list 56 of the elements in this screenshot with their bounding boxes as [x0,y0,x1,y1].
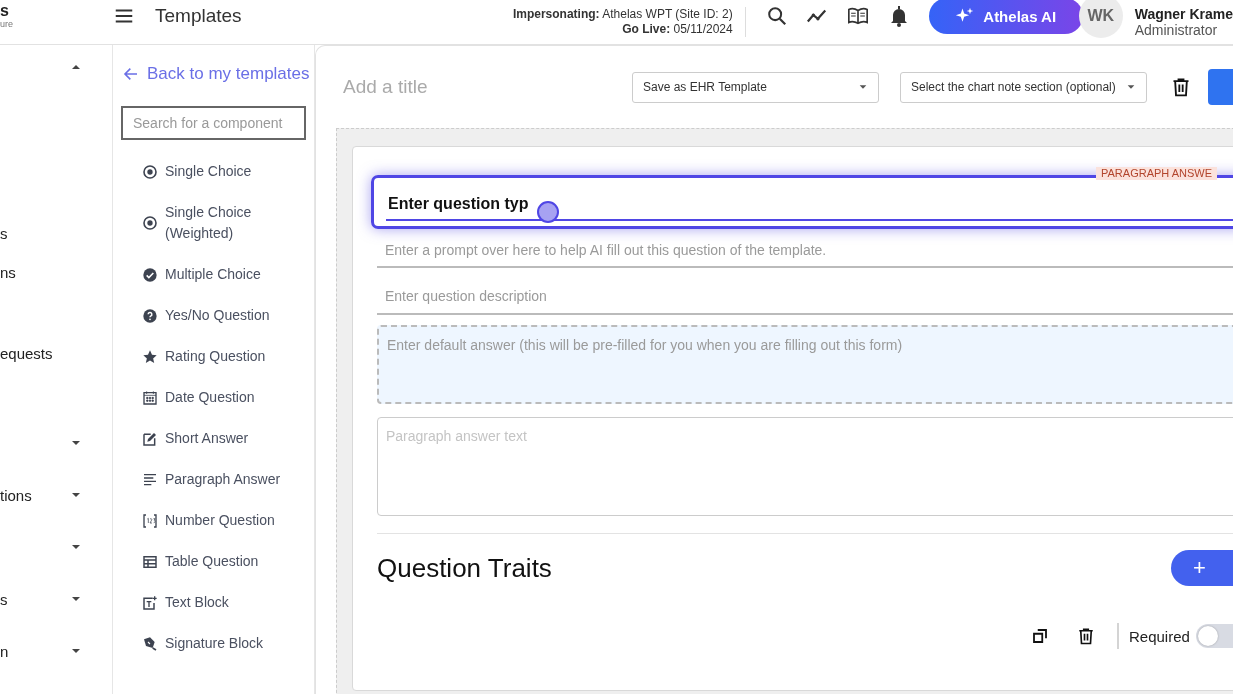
component-item[interactable]: Multiple Choice [113,264,314,285]
component-item[interactable]: Yes/No Question [113,305,314,326]
check-circle-icon [142,266,158,283]
text-block-icon [142,594,158,611]
back-link[interactable]: Back to my templates [123,64,310,84]
go-live-text: Go Live: 05/11/2024 [621,22,733,37]
component-item[interactable]: Date Question [113,387,314,408]
ai-button[interactable]: Athelas AI [928,0,1083,34]
default-answer-field[interactable]: Enter default answer (this will be pre-filled for you when you are filling out this form) [377,325,1233,404]
dropdown[interactable]: Select the chart note section (optional) [900,71,1147,103]
arrow-left-icon [123,66,139,82]
calendar-icon [142,389,158,406]
paragraph-icon [142,471,158,488]
number-icon [142,512,158,529]
impersonating-text: Impersonating: Athelas WPT (Site ID: 2) [512,7,733,22]
edit-icon [142,430,158,447]
question-icon [142,307,158,324]
radio-icon [142,215,158,231]
user-name: Wagner Krame [1134,6,1233,22]
component-item[interactable]: Table Question [113,551,314,572]
question-type-badge: PARAGRAPH ANSWE [1096,167,1218,180]
nav-item-text[interactable]: tions [0,486,70,504]
component-item[interactable]: Signature Block [113,633,314,654]
logo-tagline: ure [0,19,14,30]
nav-item-text[interactable]: s [0,224,112,242]
component-item[interactable]: Rating Question [113,346,314,367]
component-search-field[interactable]: Search for a component [121,106,306,140]
section-heading: Question Traits [377,552,552,584]
component-item[interactable]: Paragraph Answer [113,469,314,490]
nav-item-text[interactable]: n [0,642,70,660]
required-toggle[interactable] [1195,624,1233,648]
trash-icon[interactable] [1077,627,1095,645]
component-item[interactable]: Single Choice (Weighted) [113,202,314,244]
component-item[interactable]: Text Block [113,592,314,613]
answer-field[interactable]: Paragraph answer text [377,417,1233,516]
nav-item-text[interactable]: equests [0,344,112,362]
add-trait-button[interactable]: + [1171,550,1233,586]
copy-icon[interactable] [1031,627,1049,645]
search-icon[interactable] [765,5,788,27]
table-icon [142,553,158,570]
star-icon [142,348,158,365]
component-item[interactable]: Short Answer [113,428,314,449]
user-avatar[interactable]: WK [1078,0,1123,38]
required-label: Required [1129,627,1190,645]
page-title: Templates [155,5,242,27]
logo-text: s [0,2,10,20]
nav-item-text[interactable]: ns [0,263,112,281]
pen-nib-icon [142,635,158,652]
component-item[interactable]: Number Question [113,510,314,531]
book-icon[interactable] [845,5,870,27]
component-item[interactable]: Single Choice [113,161,314,182]
radio-icon [142,163,158,180]
dropdown[interactable]: Save as EHR Template [632,71,879,103]
nav-item-text[interactable]: s [0,590,70,608]
user-role: Administrator [1134,22,1219,38]
trash-icon[interactable] [1171,77,1191,97]
